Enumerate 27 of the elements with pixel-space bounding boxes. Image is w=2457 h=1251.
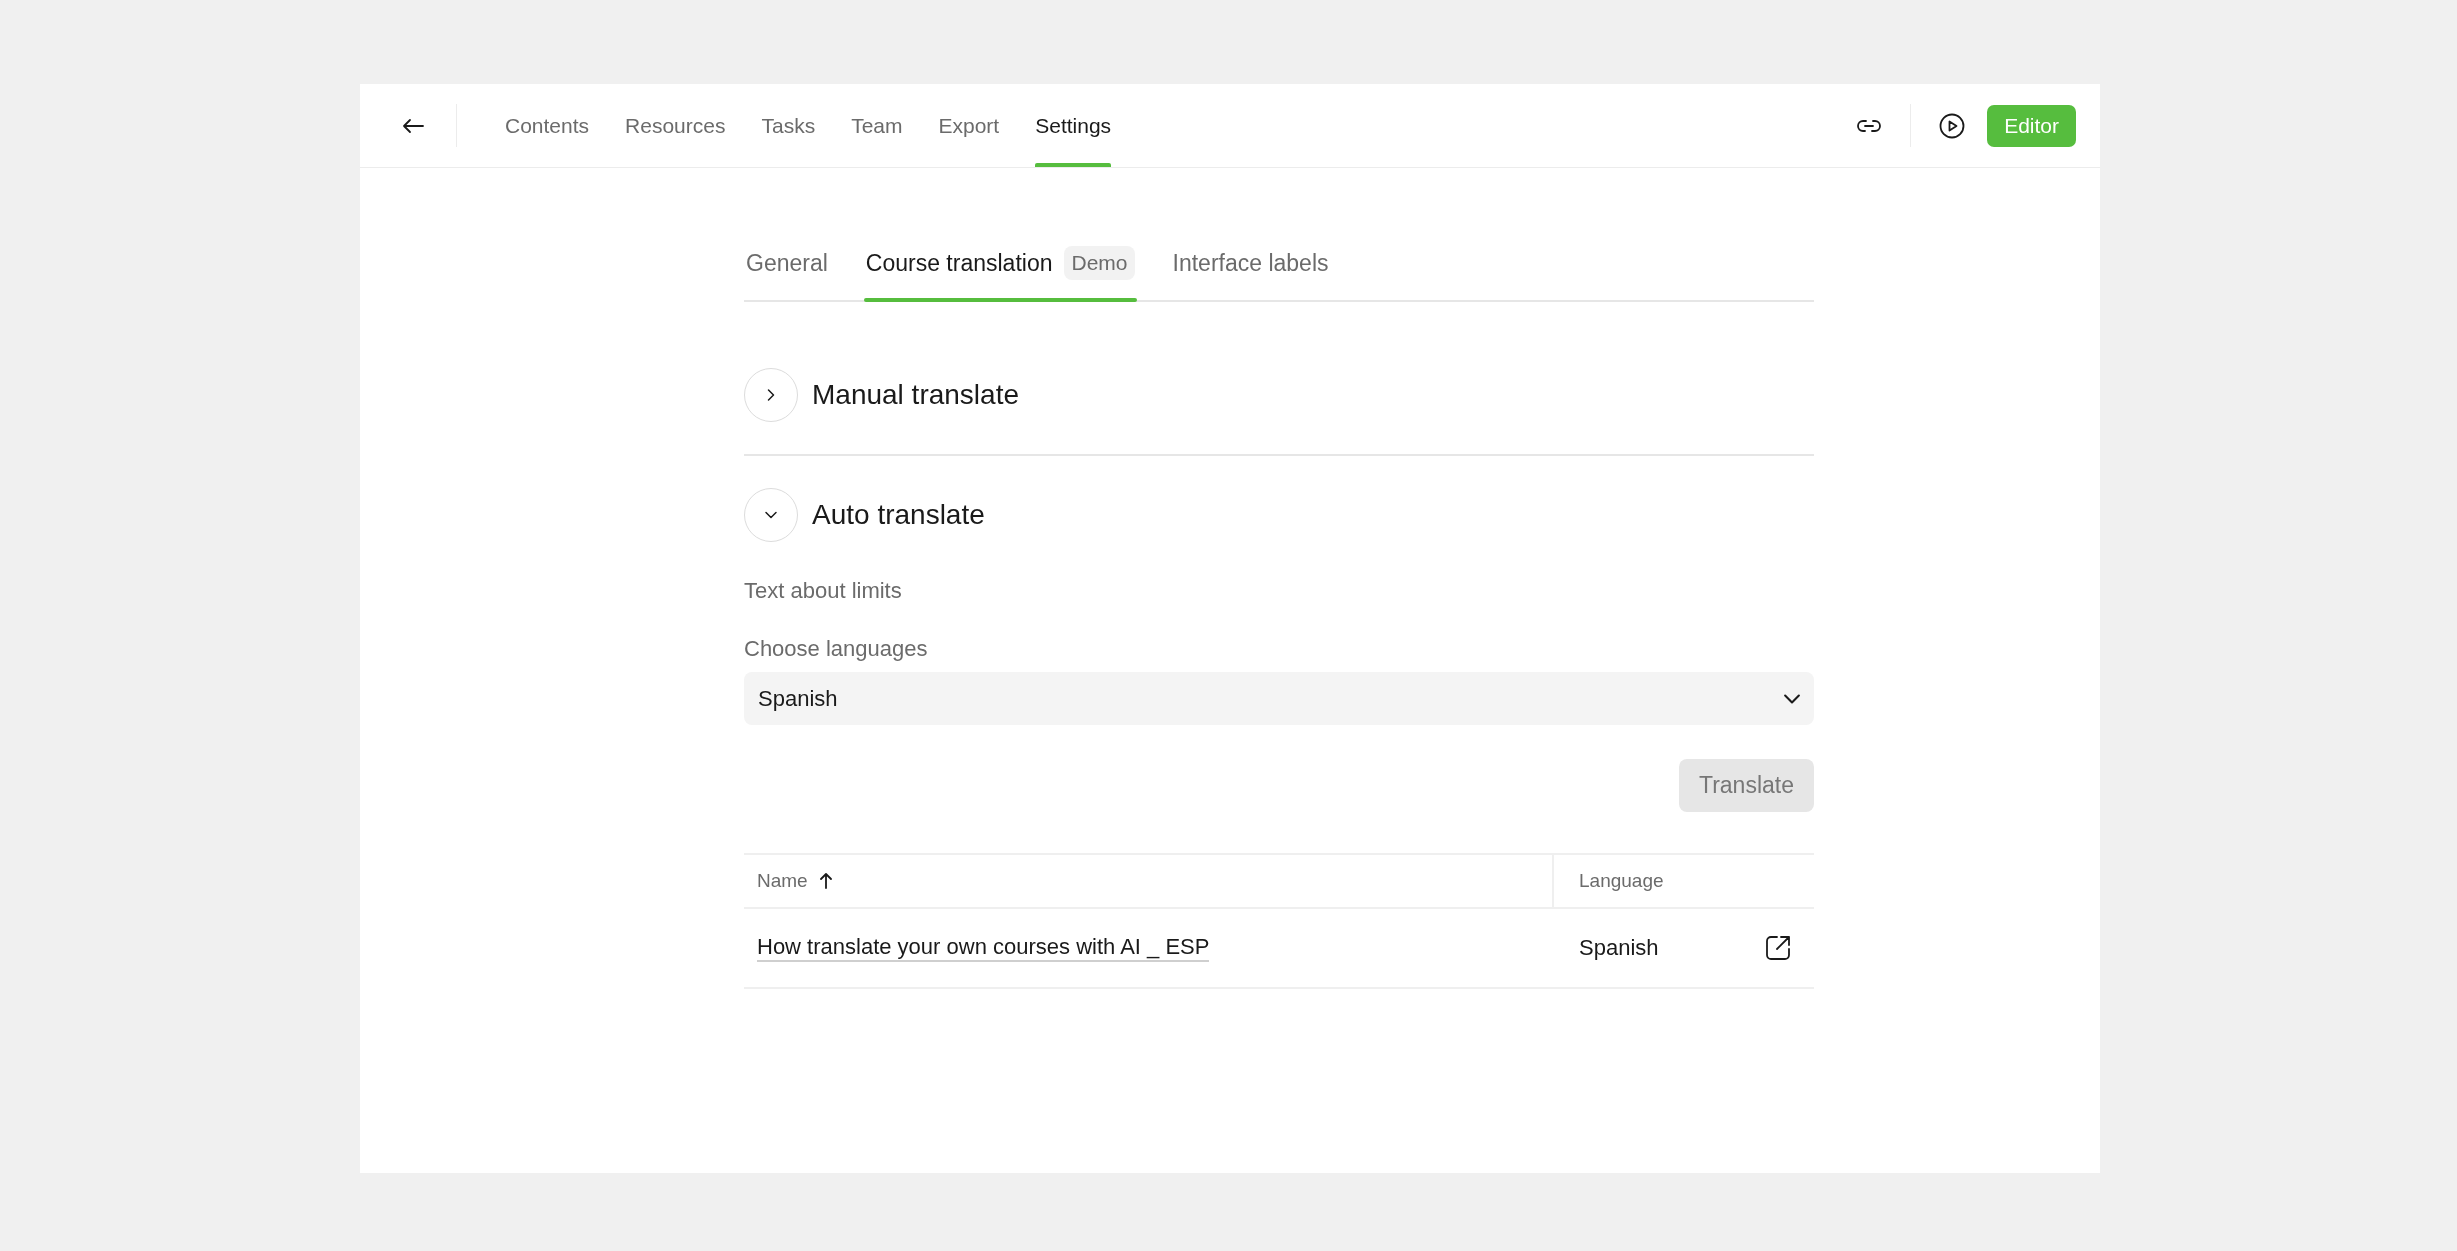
external-link-icon <box>1764 934 1792 962</box>
nav-tab[interactable]: Export <box>920 84 1018 167</box>
chevron-down-icon <box>1784 693 1800 704</box>
column-header[interactable]: Language <box>1579 870 1664 892</box>
nav-tab[interactable]: Team <box>833 84 921 167</box>
arrow-left-icon <box>402 117 424 134</box>
field-label: Choose languages <box>744 636 929 662</box>
section-title: Manual translate <box>812 379 1019 411</box>
expand-toggle[interactable] <box>744 368 798 422</box>
page-tab[interactable]: General <box>744 224 830 302</box>
play-icon <box>1939 112 1966 139</box>
limits-text: Text about limits <box>744 578 903 604</box>
page-tab[interactable]: Course translation Demo <box>863 224 1137 302</box>
open-external-button[interactable] <box>1764 934 1792 962</box>
section-title: Auto translate <box>812 499 985 531</box>
nav-tab[interactable]: Resources <box>607 84 744 167</box>
demo-badge: Demo <box>1064 246 1135 280</box>
nav-tab[interactable]: Tasks <box>743 84 834 167</box>
table-cell: Spanish <box>1579 935 1659 961</box>
course-link[interactable]: How translate your own courses with AI _ ESP <box>757 933 1210 963</box>
page-tab[interactable]: Interface labels <box>1170 224 1331 302</box>
language-select[interactable]: Spanish <box>744 672 1814 725</box>
nav-tab[interactable]: Contents <box>487 84 608 167</box>
column-header[interactable]: Name <box>757 870 808 892</box>
expand-toggle[interactable] <box>744 488 798 542</box>
sort-arrow-icon[interactable] <box>819 873 832 889</box>
nav-tab[interactable]: Settings <box>1017 84 1130 167</box>
